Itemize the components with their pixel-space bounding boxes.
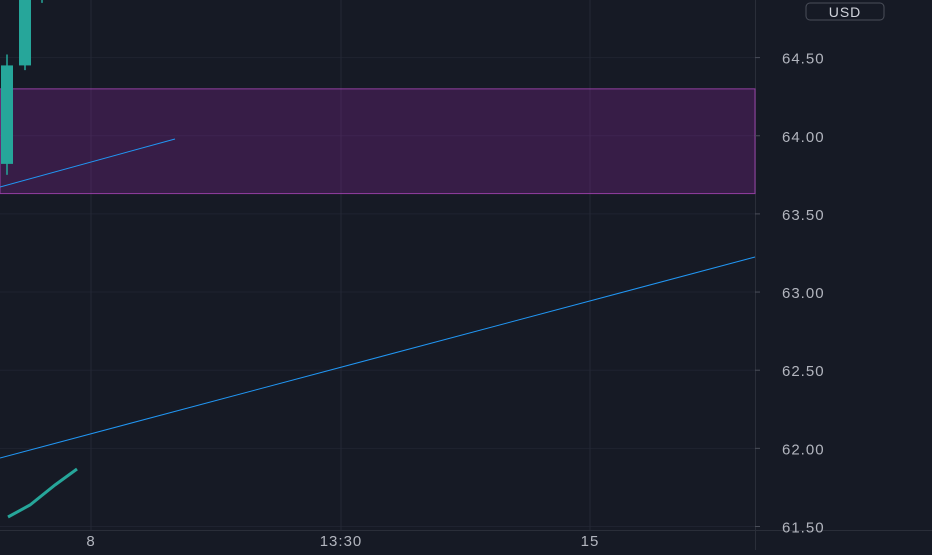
chart-area[interactable]: 68.0067.5067.0066.5066.0065.5065.0064.50… bbox=[0, 0, 932, 550]
price-tick-label: 62.00 bbox=[782, 441, 825, 458]
zone-rectangle[interactable] bbox=[0, 88, 756, 195]
price-tick-label: 64.50 bbox=[782, 51, 825, 68]
price-tick-label: 64.00 bbox=[782, 129, 825, 146]
chart-background bbox=[0, 0, 932, 550]
candle-body bbox=[19, 0, 31, 66]
price-tick-label: 63.00 bbox=[782, 285, 825, 302]
currency-selector[interactable]: USD bbox=[805, 2, 885, 21]
currency-label[interactable]: USD bbox=[829, 4, 862, 20]
candle-body bbox=[1, 65, 13, 164]
price-tick-label: 62.50 bbox=[782, 363, 825, 380]
time-tick-label: 8 bbox=[86, 533, 95, 550]
time-tick-label: 13:30 bbox=[320, 533, 363, 550]
support-zone[interactable] bbox=[0, 88, 756, 195]
price-tick-label: 63.50 bbox=[782, 207, 825, 224]
time-tick-label: 15 bbox=[581, 533, 600, 550]
price-chart[interactable]: 68.0067.5067.0066.5066.0065.5065.0064.50… bbox=[0, 0, 932, 550]
price-tick-label: 61.50 bbox=[782, 520, 825, 537]
